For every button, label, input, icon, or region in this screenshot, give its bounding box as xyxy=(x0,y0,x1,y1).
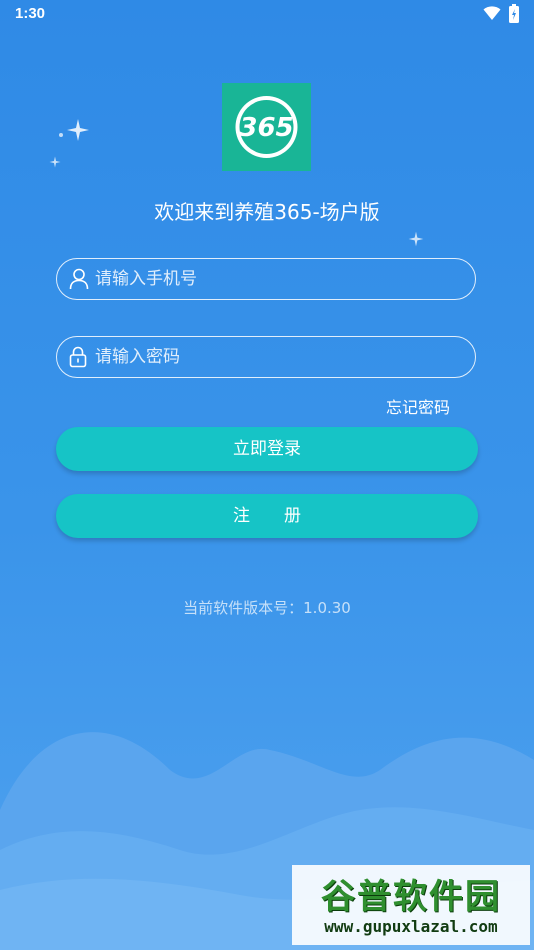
welcome-title: 欢迎来到养殖365-场户版 xyxy=(154,200,380,224)
login-button[interactable]: 立即登录 xyxy=(56,427,478,471)
sparkle-icon xyxy=(49,156,61,168)
wifi-icon xyxy=(483,6,501,20)
watermark-title: 谷普软件园 xyxy=(321,877,501,917)
password-input[interactable] xyxy=(95,337,465,377)
lock-icon xyxy=(69,346,87,368)
watermark: 谷普软件园 www.gupuxlazal.com xyxy=(292,865,530,945)
password-field[interactable] xyxy=(56,336,476,378)
phone-input[interactable] xyxy=(95,259,465,299)
version-text: 当前软件版本号：1.0.30 xyxy=(183,599,351,617)
register-button[interactable]: 注 册 xyxy=(56,494,478,538)
status-bar: 1:30 xyxy=(0,0,534,28)
sparkle-icon xyxy=(67,119,89,141)
user-icon xyxy=(69,268,89,290)
battery-icon xyxy=(509,4,519,23)
phone-field[interactable] xyxy=(56,258,476,300)
forgot-password-link[interactable]: 忘记密码 xyxy=(386,394,450,418)
logo-text: 365 xyxy=(239,113,293,143)
sparkle-icon xyxy=(59,133,63,137)
watermark-url: www.gupuxlazal.com xyxy=(324,917,498,936)
logo-365-icon: 365 xyxy=(235,96,298,158)
app-logo: 365 xyxy=(222,83,311,171)
sparkle-icon xyxy=(408,231,424,247)
status-time: 1:30 xyxy=(15,5,46,22)
